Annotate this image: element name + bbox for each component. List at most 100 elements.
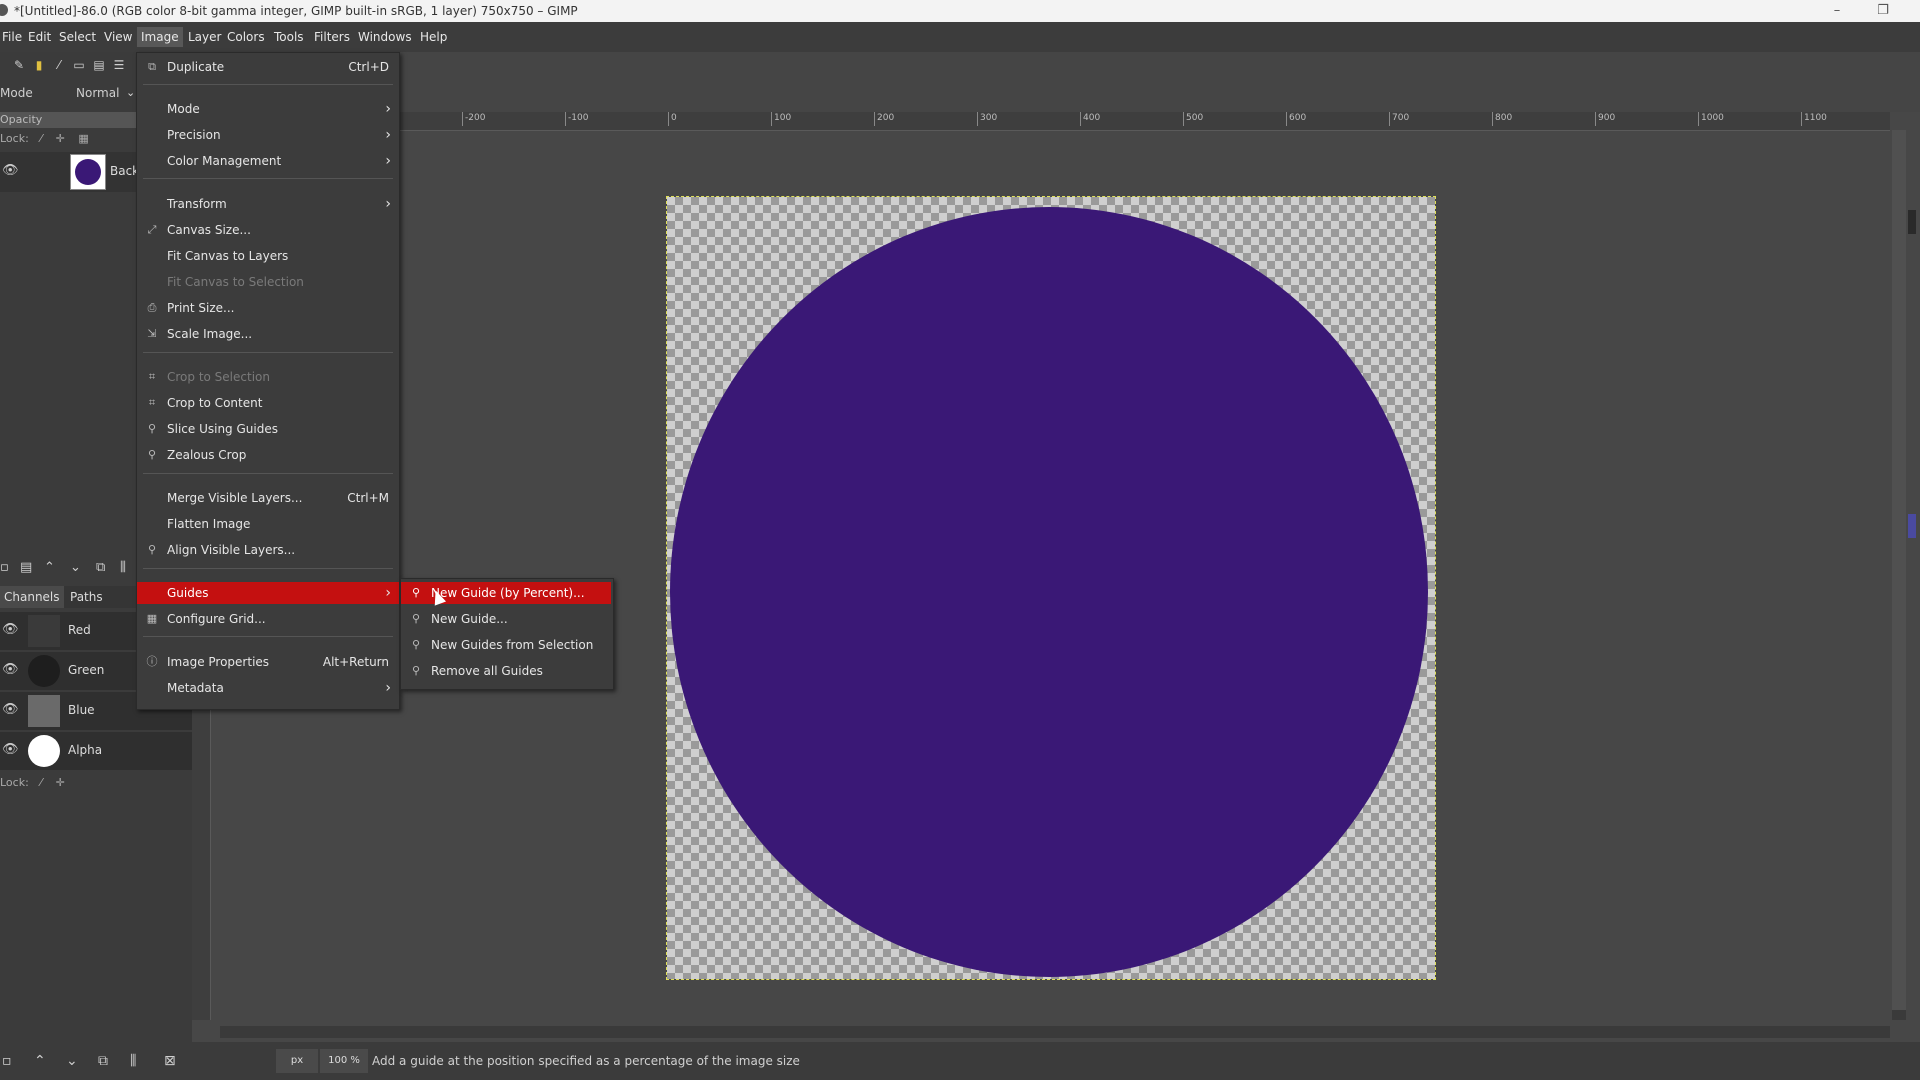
- opacity-slider[interactable]: Opacity: [0, 112, 136, 128]
- new-layer-icon[interactable]: ▫: [0, 560, 9, 575]
- eye-icon[interactable]: 👁: [2, 623, 20, 637]
- menu-filters[interactable]: Filters: [310, 27, 354, 47]
- minimize-button[interactable]: –: [1822, 0, 1852, 22]
- mode-dropdown[interactable]: Normal: [76, 86, 119, 100]
- menu-tools[interactable]: Tools: [270, 27, 308, 47]
- menu-item-crop-to-content[interactable]: ⌗ Crop to Content: [137, 392, 399, 414]
- menu-windows[interactable]: Windows: [354, 27, 416, 47]
- menu-image[interactable]: Image: [137, 27, 183, 47]
- menu-item-guides[interactable]: Guides ›: [137, 582, 399, 604]
- lower-icon[interactable]: ⌄: [70, 560, 81, 575]
- zoom-dropdown[interactable]: 100 %: [320, 1049, 368, 1073]
- new-channel-icon[interactable]: ▫: [2, 1053, 12, 1069]
- lower-icon[interactable]: ⌄: [66, 1053, 78, 1069]
- vertical-scrollbar[interactable]: [1892, 130, 1906, 1020]
- scrollbar-thumb[interactable]: [1892, 130, 1906, 1010]
- raise-icon[interactable]: ⌃: [44, 560, 55, 575]
- anchor-icon[interactable]: ⫼: [120, 560, 126, 575]
- ruler-tick-label: 400: [1080, 112, 1100, 126]
- brush-icon[interactable]: ⁄: [52, 58, 66, 72]
- lock-label: Lock:: [0, 776, 29, 789]
- lock-position-icon[interactable]: ✛: [56, 132, 65, 145]
- menu-separator: [143, 473, 393, 474]
- menu-item-zealous-crop[interactable]: ⚲ Zealous Crop: [137, 444, 399, 466]
- menu-item-fit-canvas-to-selection: Fit Canvas to Selection: [167, 275, 304, 289]
- status-bar: px 100 % Add a guide at the position spe…: [192, 1042, 1920, 1080]
- delete-icon[interactable]: ⊠: [164, 1053, 176, 1069]
- menu-item-image-properties[interactable]: ⓘ Image Properties Alt+Return: [137, 651, 399, 673]
- menu-file[interactable]: File: [0, 27, 26, 47]
- menu-edit[interactable]: Edit: [24, 27, 55, 47]
- menu-item-metadata[interactable]: Metadata ›: [137, 677, 399, 699]
- menu-item-mode[interactable]: Mode ›: [137, 98, 399, 120]
- menu-item-print-size[interactable]: ⎙ Print Size...: [137, 297, 399, 319]
- to-selection-icon[interactable]: ⫼: [130, 1053, 136, 1069]
- plugin-icon: ⚲: [147, 543, 157, 556]
- menu-item-merge-visible-layers[interactable]: Merge Visible Layers... Ctrl+M: [137, 487, 399, 509]
- menu-item-transform[interactable]: Transform ›: [137, 193, 399, 215]
- duplicate-icon[interactable]: ⧉: [96, 560, 105, 575]
- eye-icon[interactable]: 👁: [2, 743, 20, 757]
- lock-pixels-icon[interactable]: ⁄: [40, 132, 42, 145]
- gimp-app-icon: [0, 4, 8, 16]
- layer-row[interactable]: 👁 Back: [0, 152, 139, 192]
- menu-help[interactable]: Help: [416, 27, 451, 47]
- list-icon[interactable]: ☰: [112, 58, 126, 72]
- eye-icon[interactable]: 👁: [2, 703, 20, 717]
- folder-icon[interactable]: ▤: [20, 560, 32, 575]
- menu-item-fit-canvas-to-layers[interactable]: Fit Canvas to Layers: [137, 245, 399, 267]
- ruler-tick-label: 800: [1492, 112, 1512, 126]
- duplicate-icon[interactable]: ⧉: [98, 1053, 108, 1069]
- lock-alpha-icon[interactable]: ▦: [78, 132, 88, 145]
- raise-icon[interactable]: ⌃: [34, 1053, 46, 1069]
- image-icon[interactable]: ▤: [92, 58, 106, 72]
- menu-select[interactable]: Select: [55, 27, 100, 47]
- menu-item-configure-grid[interactable]: ▦ Configure Grid...: [137, 608, 399, 630]
- lock-pixels-icon[interactable]: ⁄: [40, 776, 42, 789]
- plugin-icon: ⚲: [147, 448, 157, 461]
- lock-position-icon[interactable]: ✛: [56, 776, 65, 789]
- menu-item-new-guide[interactable]: ⚲ New Guide...: [401, 608, 611, 630]
- menu-view[interactable]: View: [100, 27, 136, 47]
- duplicate-icon: ⧉: [148, 60, 156, 73]
- eye-icon[interactable]: 👁: [2, 164, 19, 178]
- dock-edge-handle[interactable]: [1908, 210, 1916, 234]
- image-canvas[interactable]: [666, 196, 1436, 980]
- tag-icon[interactable]: ▮: [32, 58, 46, 72]
- menu-separator: [143, 636, 393, 637]
- menu-item-canvas-size[interactable]: ⤢ Canvas Size...: [137, 219, 399, 241]
- ruler-tick-label: 1100: [1801, 112, 1827, 126]
- menu-item-align-visible-layers[interactable]: ⚲ Align Visible Layers...: [137, 539, 399, 561]
- purple-circle: [670, 207, 1428, 977]
- channel-name: Green: [68, 663, 105, 677]
- vertical-ruler[interactable]: [192, 700, 211, 1020]
- crop-icon: ⌗: [148, 370, 156, 383]
- menu-item-duplicate[interactable]: ⧉ Duplicate Ctrl+D: [137, 56, 399, 78]
- horizontal-ruler[interactable]: -200 -100 0 100 200 300 400 500 600 700 800 900 1000…: [400, 112, 1890, 131]
- menu-item-slice-using-guides[interactable]: ⚲ Slice Using Guides: [137, 418, 399, 440]
- ruler-tick-label: 200: [874, 112, 894, 126]
- menu-layer[interactable]: Layer: [184, 27, 225, 47]
- menu-item-color-management[interactable]: Color Management ›: [137, 150, 399, 172]
- menu-item-scale-image[interactable]: ⇲ Scale Image...: [137, 323, 399, 345]
- tab-paths[interactable]: Paths: [66, 586, 107, 608]
- chevron-down-icon[interactable]: ⌄: [126, 86, 135, 99]
- menu-item-remove-all-guides[interactable]: ⚲ Remove all Guides: [401, 660, 611, 682]
- tab-channels[interactable]: Channels: [0, 586, 64, 608]
- menu-item-flatten-image[interactable]: Flatten Image: [137, 513, 399, 535]
- window-icon[interactable]: ▭: [72, 58, 86, 72]
- horizontal-scrollbar[interactable]: [220, 1026, 1890, 1038]
- chevron-right-icon: ›: [385, 101, 391, 117]
- dock-tool-row: ✎ ▮ ⁄ ▭ ▤ ☰: [0, 52, 140, 80]
- dock-edge-handle[interactable]: [1908, 514, 1916, 538]
- menu-item-crop-to-selection: ⌗ Crop to Selection: [137, 366, 399, 388]
- unit-dropdown[interactable]: px: [276, 1049, 318, 1073]
- menu-item-new-guides-from-selection[interactable]: ⚲ New Guides from Selection: [401, 634, 611, 656]
- menu-colors[interactable]: Colors: [223, 27, 269, 47]
- restore-button[interactable]: ❐: [1868, 0, 1898, 22]
- eye-icon[interactable]: 👁: [2, 663, 20, 677]
- channel-row-alpha[interactable]: 👁 Alpha: [0, 732, 192, 770]
- menu-item-precision[interactable]: Precision ›: [137, 124, 399, 146]
- edit-icon[interactable]: ✎: [12, 58, 26, 72]
- ruler-tick-label: -200: [462, 112, 485, 126]
